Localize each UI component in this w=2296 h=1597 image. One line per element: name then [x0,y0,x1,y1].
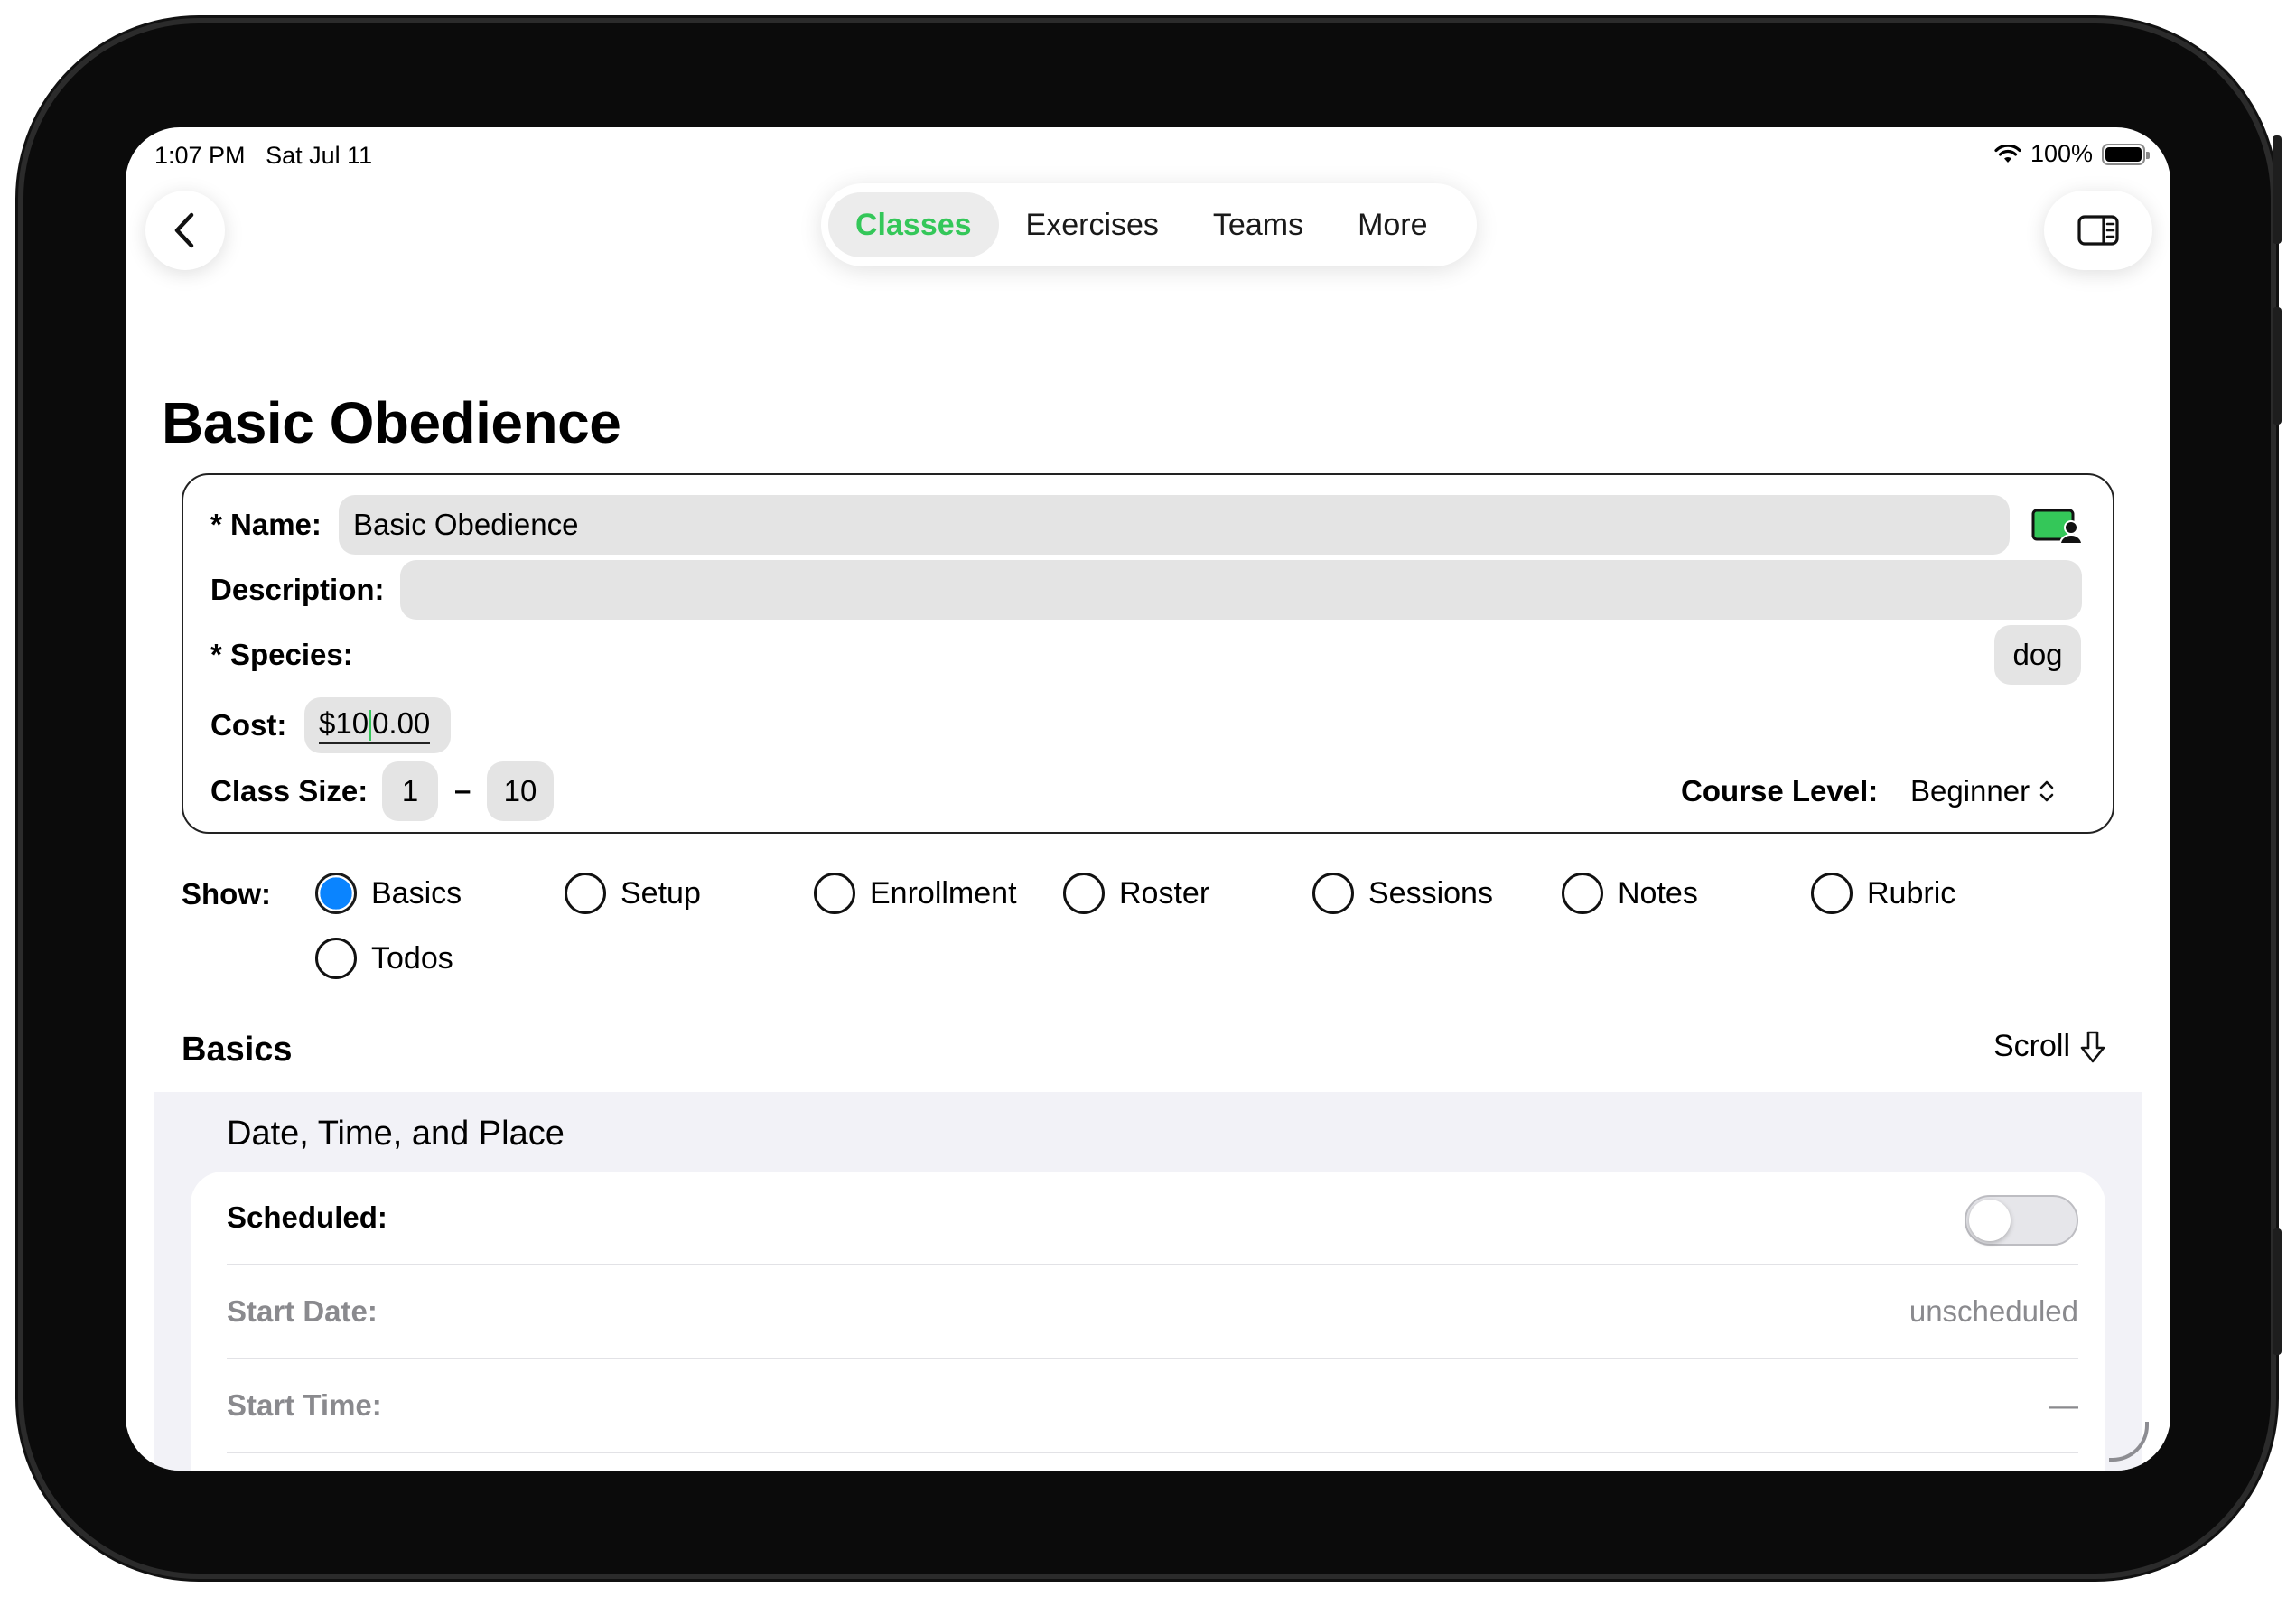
class-form: * Name: Basic Obedience Description: * S… [182,473,2114,834]
battery-icon [2102,143,2150,165]
course-level-picker[interactable]: Beginner [1910,774,2055,808]
radio-empty-icon [814,873,855,914]
radio-empty-icon [1312,873,1354,914]
radio-empty-icon [1811,873,1853,914]
status-indicators: 100% [1994,140,2150,168]
class-size-max-field[interactable]: 10 [487,761,554,821]
battery-percent: 100% [2030,140,2093,167]
radio-empty-icon [565,873,606,914]
course-level-value: Beginner [1910,774,2030,808]
section-title-basics: Basics [182,1031,293,1069]
power-button [2273,1228,2282,1355]
radio-empty-icon [1562,873,1603,914]
radio-enrollment[interactable]: Enrollment [814,873,1017,914]
basics-section: Date, Time, and Place Scheduled: Start D… [154,1092,2142,1471]
scheduled-label: Scheduled: [227,1200,387,1234]
start-date-label: Start Date: [227,1294,378,1328]
class-size-min-field[interactable]: 1 [382,761,438,821]
radio-notes[interactable]: Notes [1562,873,1698,914]
tab-more[interactable]: More [1330,192,1454,257]
cost-label: Cost: [210,708,287,742]
group-header-date-time-place: Date, Time, and Place [227,1115,565,1153]
radio-setup[interactable]: Setup [565,873,701,914]
name-label: * Name: [210,508,322,541]
chevron-up-down-icon [2039,780,2054,802]
app-screen: 1:07 PM Sat Jul 11 100% Classes Exercise… [126,127,2170,1471]
show-label: Show: [182,877,271,911]
tab-exercises[interactable]: Exercises [999,192,1186,257]
scheduled-toggle[interactable] [1965,1195,2078,1246]
sidebar-right-icon [2077,215,2119,246]
page-title: Basic Obedience [162,390,621,455]
cost-field[interactable]: $10 0.00 [304,697,451,753]
tab-classes[interactable]: Classes [828,192,999,257]
tab-teams[interactable]: Teams [1186,192,1330,257]
status-time: 1:07 PM Sat Jul 11 [154,142,373,169]
contact-card-icon[interactable] [2031,508,2082,546]
start-date-value: unscheduled [1909,1294,2078,1328]
top-tab-bar: Classes Exercises Teams More [821,183,1477,266]
scroll-button[interactable]: Scroll [1993,1029,2106,1064]
text-caret [369,710,372,742]
radio-rubric[interactable]: Rubric [1811,873,1955,914]
date-time-place-card: Scheduled: Start Date: unscheduled Start… [191,1172,2105,1471]
class-size-label: Class Size: [210,774,369,808]
radio-selected-icon [315,873,357,914]
wifi-icon [1994,144,2021,163]
volume-button [2273,135,2282,244]
window-resize-handle[interactable] [2109,1422,2149,1462]
radio-todos[interactable]: Todos [315,938,453,979]
start-time-value: — [2049,1388,2078,1422]
start-date-row[interactable]: Start Date: unscheduled [227,1265,2078,1359]
radio-sessions[interactable]: Sessions [1312,873,1493,914]
cost-value: $10 0.00 [319,706,431,745]
back-button[interactable] [145,191,225,270]
species-picker[interactable]: dog [1994,625,2081,685]
radio-empty-icon [315,938,357,979]
radio-basics[interactable]: Basics [315,873,462,914]
name-field[interactable]: Basic Obedience [339,495,2010,555]
chevron-left-icon [174,212,194,248]
radio-roster[interactable]: Roster [1063,873,1209,914]
start-time-row[interactable]: Start Time: — [227,1359,2078,1453]
sidebar-toggle-button[interactable] [2044,191,2152,270]
description-label: Description: [210,573,385,606]
start-time-label: Start Time: [227,1388,382,1422]
arrow-down-icon [2080,1031,2105,1062]
description-field[interactable] [400,560,2082,620]
course-level-label: Course Level: [1681,774,1879,808]
species-label: * Species: [210,638,353,671]
scheduled-row: Scheduled: [227,1172,2078,1265]
class-size-separator: – [454,773,471,807]
radio-empty-icon [1063,873,1105,914]
volume-button [2273,307,2282,425]
